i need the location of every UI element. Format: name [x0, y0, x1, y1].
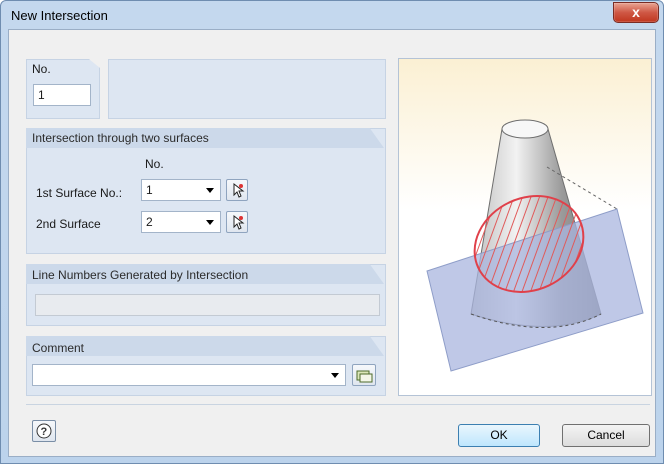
no-description-panel: [108, 59, 386, 119]
title-bar[interactable]: New Intersection x: [1, 1, 663, 29]
pick-second-surface-button[interactable]: [226, 211, 248, 233]
bottom-separator: [26, 404, 650, 405]
chevron-down-icon: [331, 373, 339, 378]
first-surface-select[interactable]: 1: [141, 179, 221, 201]
cone-plane-illustration: [426, 119, 644, 372]
comment-library-button[interactable]: [352, 364, 376, 386]
comment-panel-title: Comment: [32, 341, 85, 355]
svg-text:?: ?: [41, 426, 48, 438]
no-label: No.: [32, 62, 51, 76]
second-surface-label: 2nd Surface: [36, 217, 101, 231]
comment-library-icon: [356, 370, 373, 383]
cancel-button[interactable]: Cancel: [562, 424, 650, 447]
comment-combobox[interactable]: [32, 364, 346, 386]
chevron-down-icon: [206, 188, 214, 193]
first-surface-value: 1: [146, 183, 153, 197]
pick-first-surface-button[interactable]: [226, 179, 248, 201]
chevron-down-icon: [206, 220, 214, 225]
intersection-preview: [398, 58, 652, 396]
help-icon: ?: [36, 423, 52, 439]
intersection-panel-title-text: Intersection through two surfaces: [32, 131, 209, 145]
cursor-pick-icon: [233, 182, 245, 198]
close-button[interactable]: x: [613, 2, 659, 23]
help-button[interactable]: ?: [32, 420, 56, 442]
dialog-title: New Intersection: [11, 8, 108, 23]
lines-panel-title: Line Numbers Generated by Intersection: [32, 268, 249, 282]
first-surface-label: 1st Surface No.:: [36, 186, 123, 200]
cursor-pick-icon: [233, 214, 245, 230]
generated-lines-field: [35, 294, 380, 316]
no-input[interactable]: 1: [33, 84, 91, 106]
second-surface-value: 2: [146, 215, 153, 229]
ok-button[interactable]: OK: [458, 424, 540, 447]
second-surface-select[interactable]: 2: [141, 211, 221, 233]
surface-no-column-header: No.: [145, 157, 164, 171]
